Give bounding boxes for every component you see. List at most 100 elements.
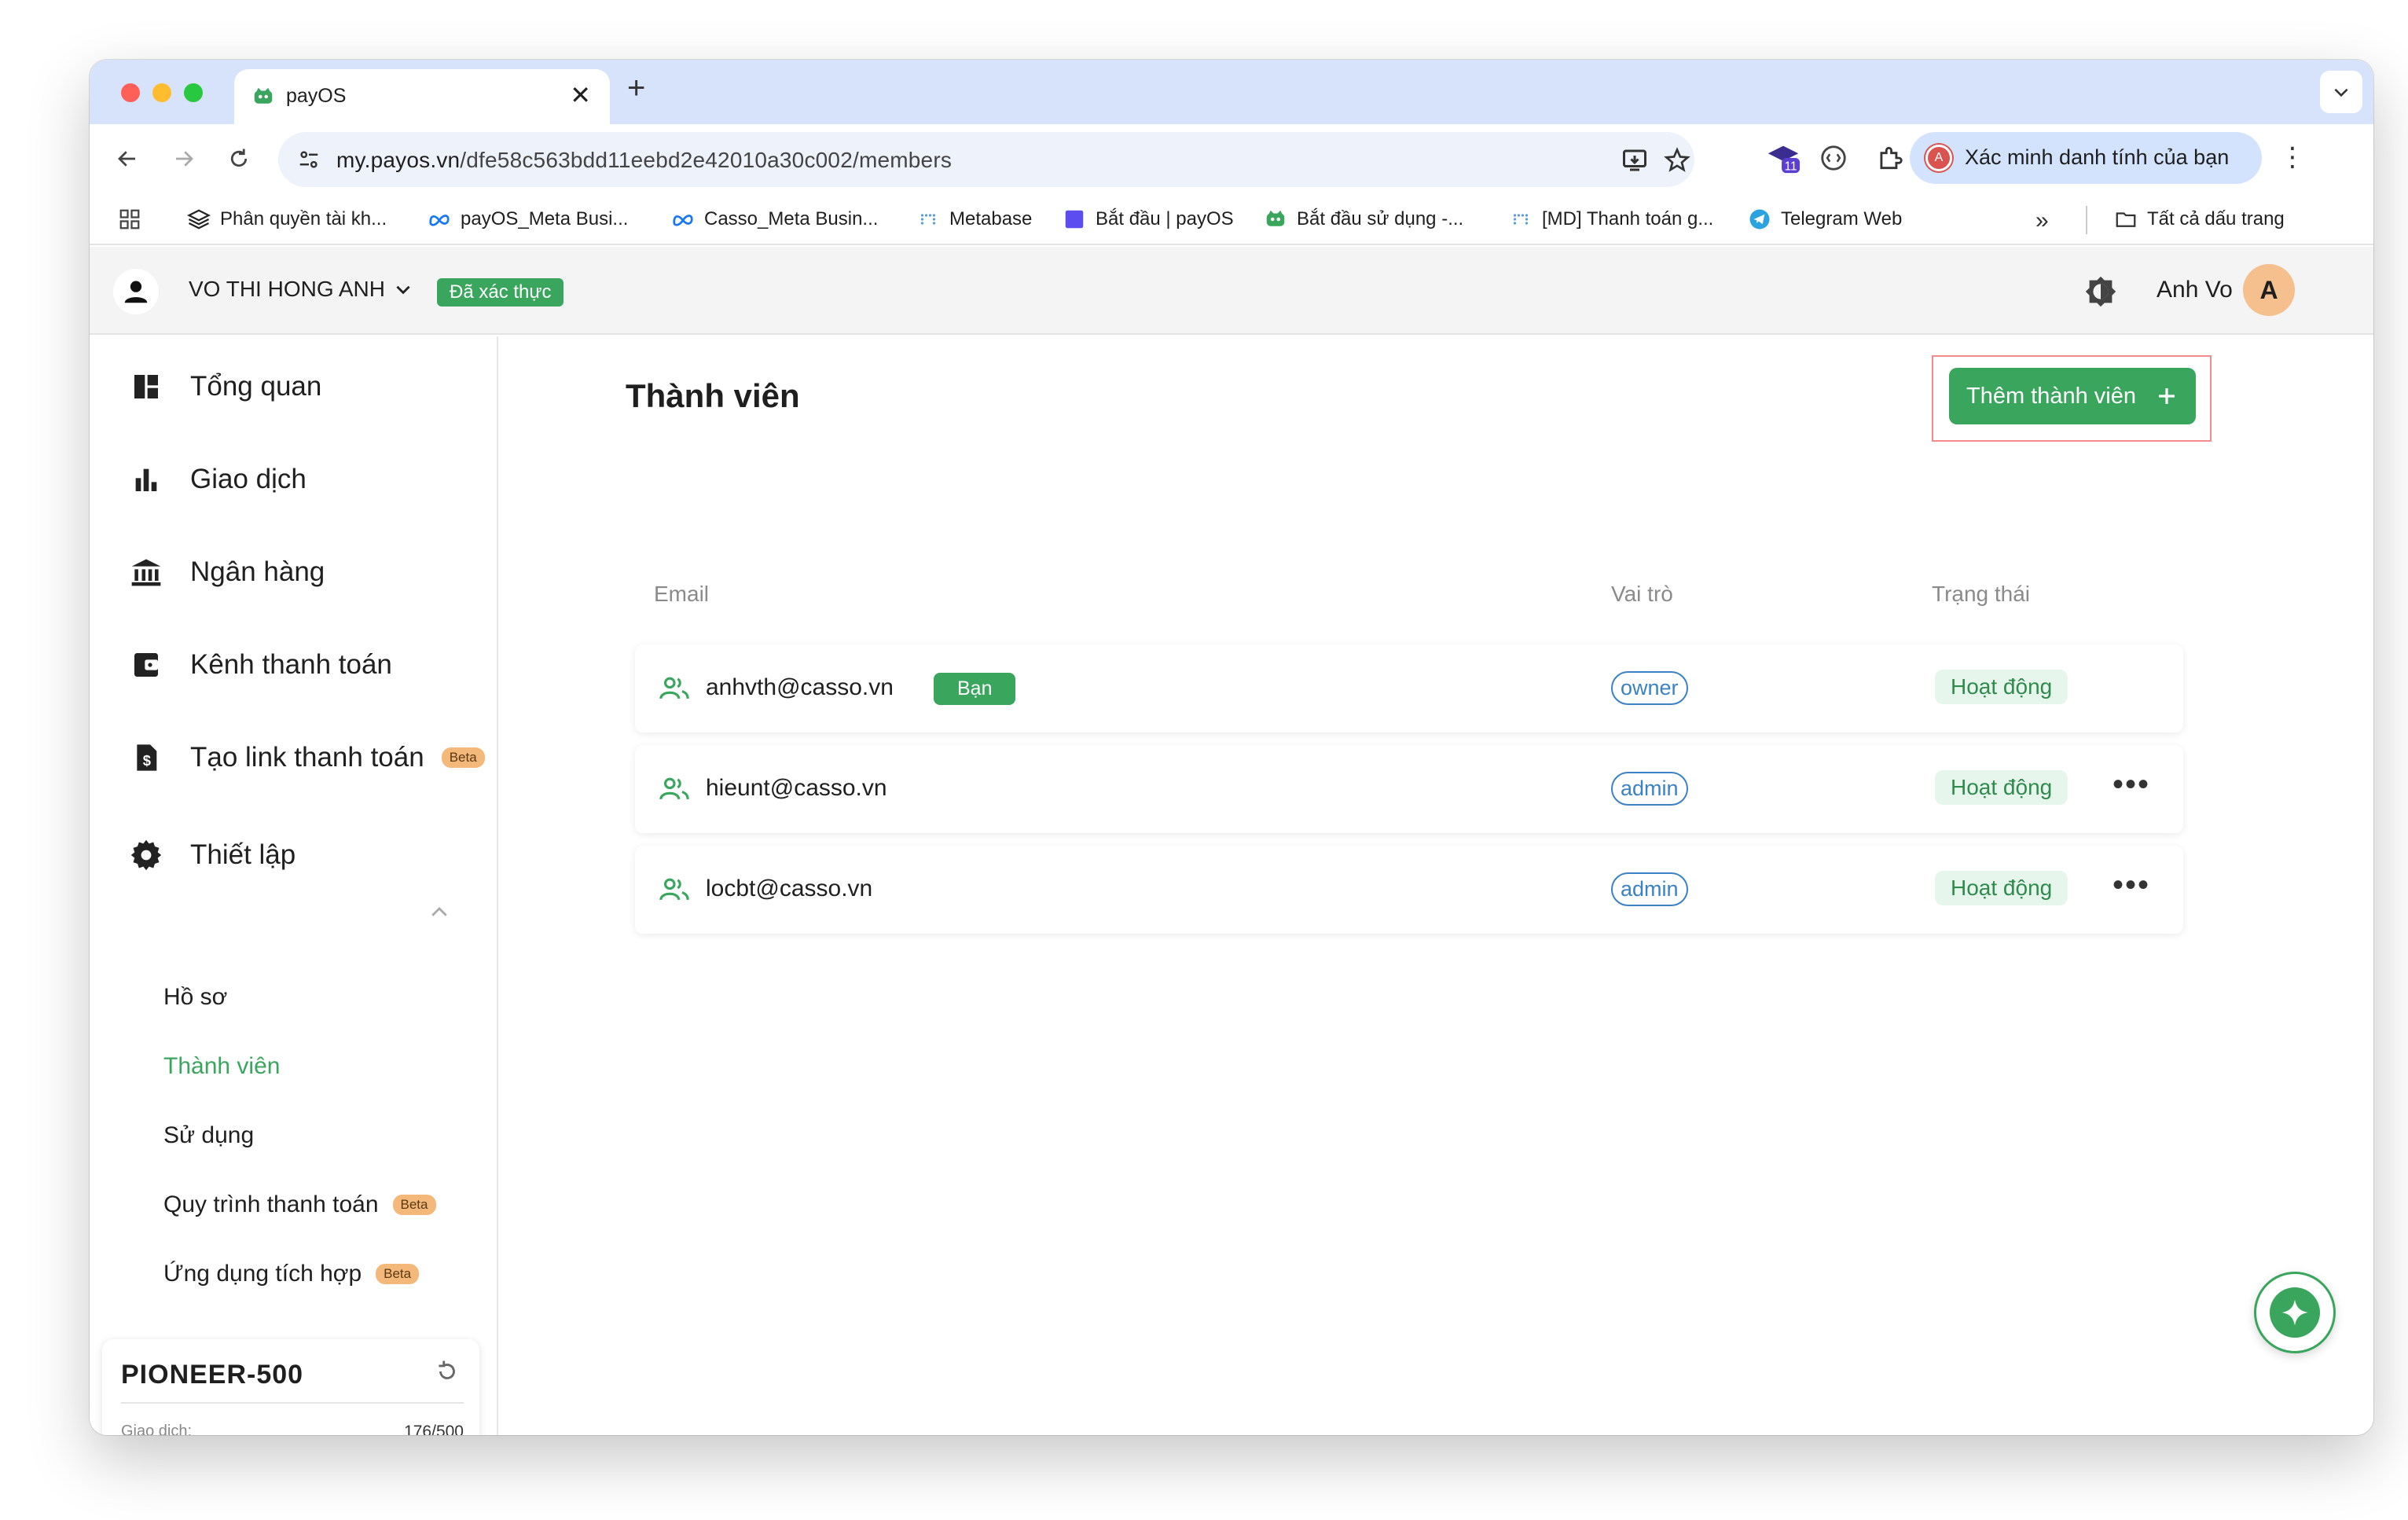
profile-button[interactable]: A Xác minh danh tính của bạn [1910,132,2262,184]
beta-badge: Beta [392,1195,436,1215]
all-bookmarks-button[interactable]: Tất cả dấu trang [2114,207,2285,231]
payos-icon [1266,210,1285,226]
sidebar-item-payment-channels[interactable]: Kênh thanh toán [129,648,392,682]
column-header-email: Email [654,582,710,606]
bookmark-item[interactable]: Phân quyền tài kh... [187,207,387,231]
plan-divider [121,1402,464,1404]
plus-icon [2159,388,2175,404]
folder-icon [2116,212,2136,227]
role-badge: admin [1611,772,1688,806]
arrow-left-icon [118,151,135,167]
account-avatar[interactable]: A [2243,264,2295,316]
org-switcher[interactable]: VO THI HONG ANH [189,277,413,302]
sidebar-item-label: Ngân hàng [190,556,325,587]
sidebar-subitem-profile[interactable]: Hồ sơ [163,984,227,1011]
users-icon [659,677,689,699]
member-email: locbt@casso.vn [706,876,873,901]
back-button[interactable] [110,141,145,176]
bookmark-item[interactable]: payOS_Meta Busi... [428,207,628,231]
more-bookmarks-button[interactable]: » [2035,207,2049,234]
wallet-icon [134,653,158,677]
plan-card: PIONEER-500 Giao dịch: 176/500 [102,1339,479,1435]
bar-chart-icon [135,468,157,491]
browser-tab[interactable]: payOS ✕ [234,69,610,124]
reload-icon [230,149,248,167]
url-text: my.payos.vn/dfe58c563bdd11eebd2e42010a30… [336,148,952,173]
add-member-label: Thêm thành viên [1966,383,2136,409]
bookmark-item[interactable]: Bắt đầu sử dụng -... [1264,207,1463,231]
url-path: /dfe58c563bdd11eebd2e42010a30c002/member… [460,148,953,172]
tab-search-button[interactable] [2320,71,2362,113]
theme-toggle-icon[interactable] [2083,274,2119,310]
browser-menu-icon[interactable]: ⋮ [2279,141,2306,173]
minimize-window-button[interactable] [152,83,171,102]
bookmark-item[interactable]: Bắt đầu | payOS [1063,207,1234,231]
bookmark-item[interactable]: Telegram Web [1748,207,1902,231]
member-email: anhvth@casso.vn [706,674,894,700]
url-host: my.payos.vn [336,148,461,172]
reload-button[interactable] [222,141,256,176]
status-badge: Hoạt động [1935,871,2068,905]
org-name: VO THI HONG ANH [189,277,385,301]
chevron-down-icon [396,285,410,295]
table-row: hieunt@casso.vn admin Hoạt động ••• [635,745,2183,833]
forward-button[interactable] [167,141,201,176]
close-window-button[interactable] [121,83,140,102]
layers-icon [187,209,211,229]
sidebar-item-bank[interactable]: Ngân hàng [129,555,325,589]
apps-button[interactable] [118,207,141,231]
sidebar-subitem-integrations[interactable]: Ứng dụng tích hợp Beta [163,1261,420,1287]
sidebar-item-overview[interactable]: Tổng quan [129,369,321,404]
browser-toolbar: my.payos.vn/dfe58c563bdd11eebd2e42010a30… [90,124,2373,195]
account-name[interactable]: Anh Vo [2157,277,2233,303]
extension-code-icon[interactable] [1819,143,1848,173]
org-avatar[interactable] [113,269,159,314]
role-badge: admin [1611,872,1688,906]
bookmark-label: Metabase [949,208,1033,229]
users-icon [659,878,689,901]
sidebar-subitem-usage[interactable]: Sử dụng [163,1122,254,1149]
install-app-icon[interactable] [1621,146,1649,174]
bookmarks-bar: Phân quyền tài kh... payOS_Meta Busi... … [90,195,2373,245]
bookmark-item[interactable]: Metabase [916,207,1032,231]
table-row: anhvth@casso.vn Bạn owner Hoạt động [635,644,2183,732]
refresh-icon[interactable] [434,1358,461,1385]
sidebar: Tổng quan Giao dịch Ngân hàng Kênh thanh… [90,336,498,1435]
apps-grid-icon [119,209,140,229]
bookmark-label: Bắt đầu | payOS [1096,208,1234,229]
chevron-up-icon[interactable] [428,901,451,924]
maximize-window-button[interactable] [184,83,203,102]
extension-graduation-icon[interactable]: 11 [1765,140,1801,176]
address-bar[interactable]: my.payos.vn/dfe58c563bdd11eebd2e42010a30… [278,132,1694,187]
invoice-icon: $ [137,744,157,771]
assistant-fab-button[interactable] [2254,1272,2336,1353]
new-tab-icon[interactable]: + [627,71,645,106]
square-icon [1065,210,1084,229]
sidebar-subitem-label: Thành viên [163,1053,281,1079]
bookmark-item[interactable]: [MD] Thanh toán g... [1509,207,1713,231]
sidebar-item-transactions[interactable]: Giao dịch [129,462,307,497]
add-member-button[interactable]: Thêm thành viên [1949,368,2196,424]
sidebar-subitem-payment-flow[interactable]: Quy trình thanh toán Beta [163,1191,436,1218]
table-row: locbt@casso.vn admin Hoạt động ••• [635,846,2183,934]
bookmark-item[interactable]: Casso_Meta Busin... [671,207,878,231]
site-settings-icon[interactable] [297,148,321,171]
verified-badge: Đã xác thực [437,278,564,307]
bookmark-label: Phân quyền tài kh... [220,208,387,229]
more-options-icon[interactable]: ••• [2113,767,2150,802]
metabase-icon [1513,214,1529,225]
sidebar-item-label: Thiết lập [190,839,296,870]
svg-text:$: $ [143,752,151,769]
tab-close-icon[interactable]: ✕ [570,80,591,110]
star-icon[interactable] [1663,146,1691,174]
sidebar-subitem-label: Ứng dụng tích hợp [163,1261,362,1287]
profile-label: Xác minh danh tính của bạn [1965,145,2230,169]
chevron-down-icon [2334,88,2348,97]
sidebar-item-settings[interactable]: Thiết lập [129,838,295,872]
extensions-puzzle-icon[interactable] [1875,143,1905,173]
more-options-icon[interactable]: ••• [2113,868,2150,903]
sidebar-subitem-members[interactable]: Thành viên [163,1053,280,1080]
sidebar-item-create-payment-link[interactable]: $ Tạo link thanh toán Beta [129,740,485,775]
arrow-right-icon [176,151,193,167]
status-badge: Hoạt động [1935,770,2068,805]
